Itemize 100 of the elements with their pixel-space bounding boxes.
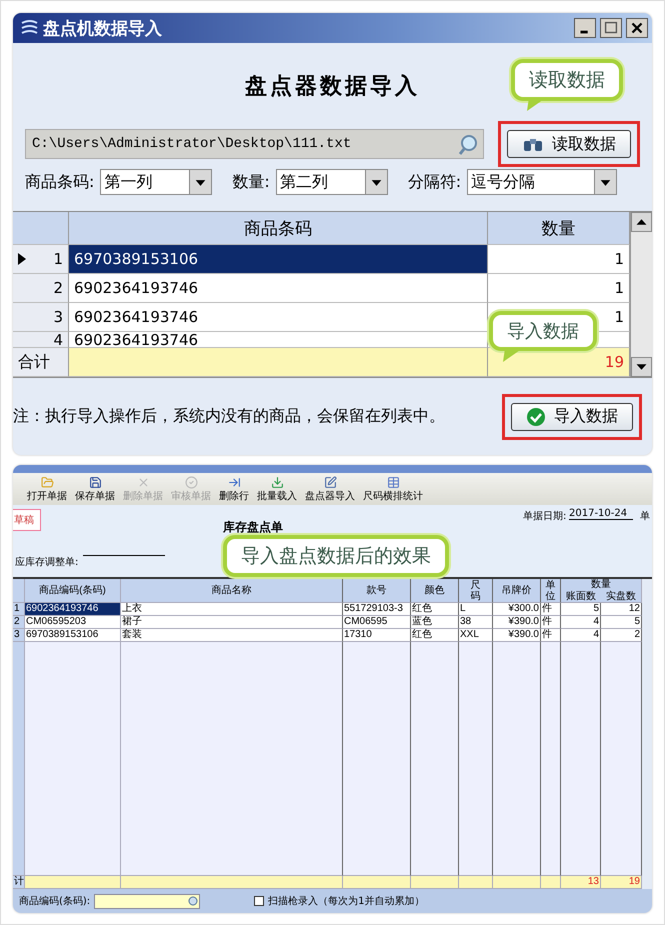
- column-header: 账面数: [565, 590, 597, 602]
- close-icon[interactable]: [626, 18, 648, 38]
- barcode-cell: 6970389153106: [69, 245, 488, 274]
- table-cell: 红色: [411, 603, 459, 616]
- column-header: 商品名称: [121, 579, 343, 603]
- column-header: 数量: [488, 212, 630, 245]
- table-cell: XXL: [459, 629, 493, 642]
- scroll-down-icon[interactable]: [631, 357, 652, 377]
- quantity-cell: 1: [488, 245, 630, 274]
- form-title: 库存盘点单: [223, 519, 283, 536]
- barcode-label: 商品编码(条码):: [19, 894, 90, 908]
- column-header: 实盘数: [605, 590, 637, 602]
- toolbar-button[interactable]: 尺码横排统计: [363, 476, 423, 503]
- table-icon: [386, 476, 400, 489]
- table-cell: 件: [541, 616, 561, 629]
- toolbar-button[interactable]: 删除行: [219, 476, 249, 503]
- cross-icon: [136, 476, 150, 489]
- selector-label: 商品条码:: [25, 172, 94, 192]
- table-cell: 裙子: [121, 616, 343, 629]
- pencil-icon: [324, 476, 336, 489]
- table-cell: ¥390.0: [493, 616, 541, 629]
- date-label: 单据日期:: [523, 510, 566, 523]
- toolbar-button[interactable]: 批量载入: [257, 476, 297, 503]
- arrow-icon: [228, 476, 240, 489]
- dropdown-icon: [189, 170, 212, 194]
- header-cell: [13, 579, 25, 603]
- minimize-icon[interactable]: [574, 18, 596, 38]
- row-index: 2: [13, 274, 69, 303]
- table-cell: 蓝色: [411, 616, 459, 629]
- row-index: 3: [13, 303, 69, 332]
- total-cell: 13: [561, 876, 601, 889]
- table-cell: 38: [459, 616, 493, 629]
- total-label: 合计: [13, 348, 69, 377]
- selector-label: 数量:: [232, 172, 270, 192]
- table-cell: CM06595203: [25, 616, 121, 629]
- file-path-field[interactable]: C:\Users\Administrator\Desktop\111.txt: [25, 129, 484, 159]
- row-index: 2: [13, 616, 25, 629]
- toolbar-button[interactable]: 打开单据: [27, 476, 67, 503]
- check-circle-icon: [184, 476, 198, 489]
- scrollbar[interactable]: [630, 212, 652, 377]
- dropdown-icon: [594, 170, 616, 194]
- quantity-cell: 1: [488, 274, 630, 303]
- folder-icon: [40, 476, 54, 489]
- toolbar-button[interactable]: 保存单据: [75, 476, 115, 503]
- toolbar-button[interactable]: 盘点器导入: [305, 476, 355, 503]
- table-cell: 套装: [121, 629, 343, 642]
- row-index: 4: [13, 332, 69, 348]
- table-cell: 件: [541, 603, 561, 616]
- table-cell: 6902364193746: [25, 603, 121, 616]
- table-cell: 件: [541, 629, 561, 642]
- adjust-label: 应库存调整单:: [15, 556, 78, 569]
- column-header: 单位: [541, 579, 561, 603]
- column-header: 尺码: [459, 579, 493, 603]
- read-data-button[interactable]: 读取数据: [507, 130, 631, 158]
- column-select[interactable]: 第二列: [276, 169, 388, 195]
- table-cell: 4: [561, 616, 601, 629]
- maximize-icon[interactable]: [600, 18, 622, 38]
- column-header: 颜色: [411, 579, 459, 603]
- row-index: 3: [13, 629, 25, 642]
- row-index: 1: [13, 603, 25, 616]
- table-cell: 2: [601, 629, 642, 642]
- table-cell: L: [459, 603, 493, 616]
- table-cell: 5: [561, 603, 601, 616]
- dialog-heading: 盘点器数据导入: [245, 72, 420, 101]
- table-cell: 12: [601, 603, 642, 616]
- callout-bubble: 读取数据: [511, 59, 623, 101]
- table-cell: 4: [561, 629, 601, 642]
- import-note: 注：执行导入操作后，系统内没有的商品，会保留在列表中。: [13, 406, 446, 427]
- barcode-field[interactable]: [94, 894, 200, 908]
- status-tag: 草稿: [13, 509, 41, 531]
- row-pointer-icon: [18, 253, 26, 265]
- download-icon: [270, 476, 284, 489]
- table-cell: 17310: [343, 629, 411, 642]
- column-header: 商品条码: [69, 212, 488, 245]
- barcode-cell: 6902364193746: [69, 274, 488, 303]
- callout-bubble: 导入数据: [489, 311, 597, 351]
- window-title: 盘点机数据导入: [43, 18, 163, 40]
- import-data-button[interactable]: 导入数据: [511, 402, 633, 430]
- barcode-cell: 6902364193746: [69, 332, 488, 348]
- column-select[interactable]: 第一列: [100, 169, 212, 195]
- column-select[interactable]: 逗号分隔: [467, 169, 618, 195]
- table-cell: 551729103-3: [343, 603, 411, 616]
- scan-checkbox[interactable]: [254, 896, 264, 906]
- barcode-cell: 6902364193746: [69, 303, 488, 332]
- total-label: 计: [13, 876, 25, 889]
- dropdown-icon: [364, 170, 387, 194]
- search-icon[interactable]: [187, 894, 200, 908]
- table-cell: ¥390.0: [493, 629, 541, 642]
- scroll-up-icon[interactable]: [631, 212, 652, 232]
- check-icon: [526, 406, 546, 426]
- field-label: 单: [640, 510, 650, 523]
- date-field[interactable]: 2017-10-24: [569, 508, 633, 520]
- table-cell: CM06595: [343, 616, 411, 629]
- checkbox-label: 扫描枪录入（每次为1并自动累加）: [268, 894, 425, 908]
- selector-label: 分隔符:: [408, 172, 462, 192]
- table-cell: ¥300.0: [493, 603, 541, 616]
- table-cell: 红色: [411, 629, 459, 642]
- column-header: 商品编码(条码): [25, 579, 121, 603]
- table-cell: 6970389153106: [25, 629, 121, 642]
- table-cell: 5: [601, 616, 642, 629]
